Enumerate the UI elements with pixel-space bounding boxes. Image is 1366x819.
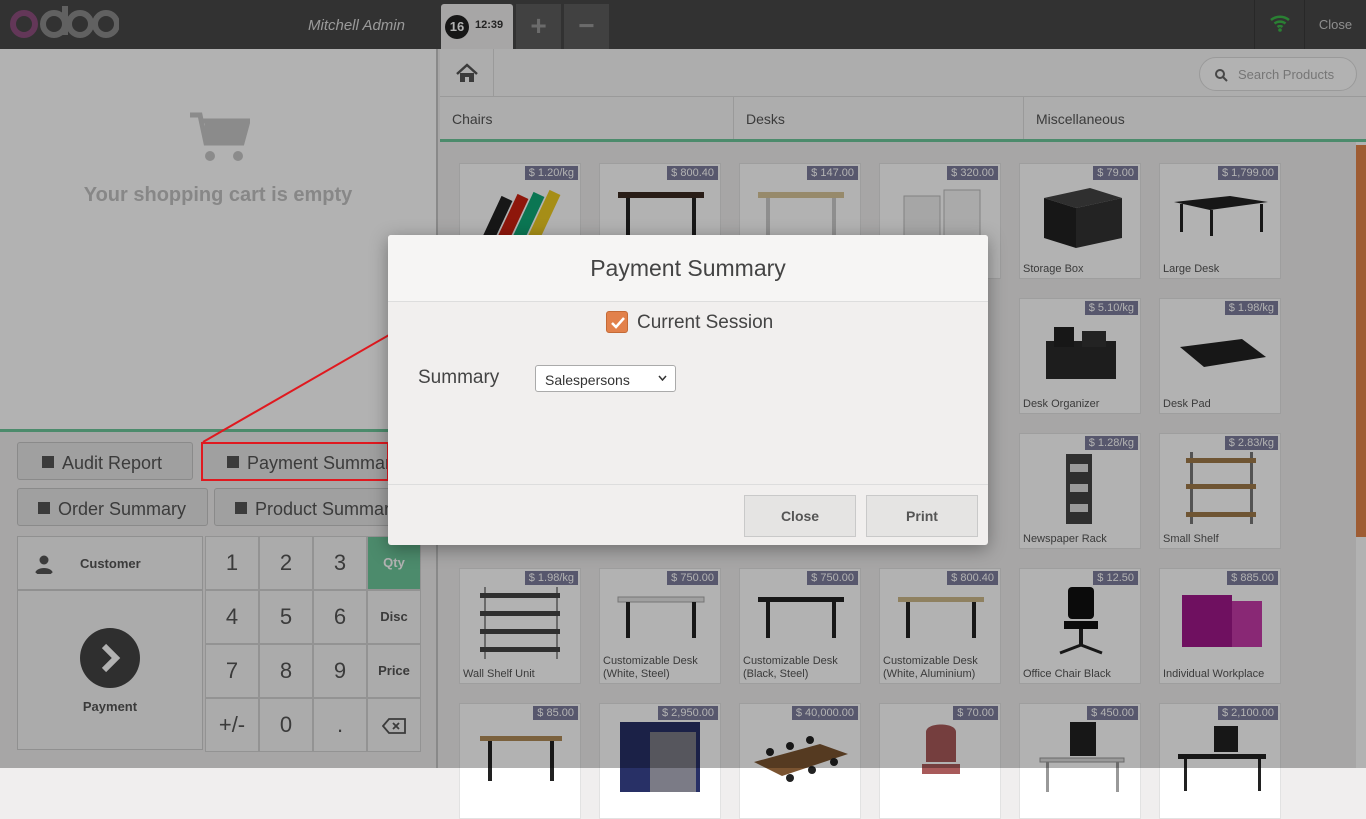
current-session-label: Current Session (637, 312, 774, 333)
close-button[interactable]: Close (744, 495, 856, 537)
dialog-title: Payment Summary (388, 235, 988, 302)
annotation-highlight-box-top (201, 442, 389, 481)
summary-label: Summary (418, 367, 500, 388)
print-button[interactable]: Print (866, 495, 978, 537)
current-session-checkbox[interactable] (606, 311, 628, 333)
payment-summary-dialog: Payment Summary Current Session Summary … (388, 235, 988, 545)
chevron-down-icon (658, 375, 667, 381)
summary-select[interactable]: Salespersons (535, 365, 676, 392)
dialog-footer: Close Print (388, 484, 988, 545)
checkmark-icon (611, 317, 625, 329)
summary-select-value: Salespersons (545, 372, 630, 388)
